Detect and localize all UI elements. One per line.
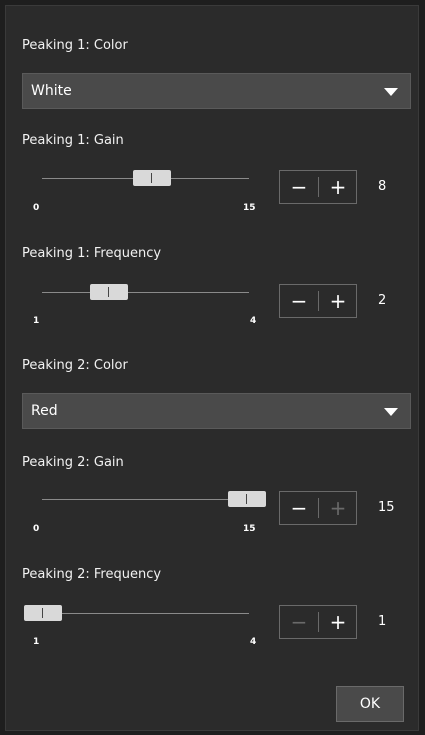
peaking1-gain-increment-button[interactable]: + — [319, 171, 357, 203]
peaking2-frequency-value: 1 — [378, 614, 387, 629]
peaking2-gain-slider-track[interactable] — [42, 499, 249, 500]
peaking1-frequency-slider-track[interactable] — [42, 292, 249, 293]
chevron-down-icon — [384, 408, 398, 416]
peaking2-gain-stepper: − + — [279, 491, 357, 525]
peaking1-gain-value: 8 — [378, 179, 387, 194]
peaking1-color-value: White — [31, 83, 72, 99]
peaking2-gain-value: 15 — [378, 500, 395, 515]
peaking1-gain-stepper: − + — [279, 170, 357, 204]
peaking2-gain-max-label: 15 — [243, 524, 256, 534]
peaking1-frequency-stepper: − + — [279, 284, 357, 318]
peaking1-gain-slider-thumb[interactable] — [133, 170, 171, 186]
peaking1-color-dropdown[interactable]: White — [22, 73, 411, 109]
peaking2-frequency-slider-thumb[interactable] — [24, 605, 62, 621]
peaking2-color-dropdown[interactable]: Red — [22, 393, 411, 429]
peaking2-frequency-decrement-button[interactable]: − — [280, 606, 318, 638]
peaking1-frequency-increment-button[interactable]: + — [319, 285, 357, 317]
peaking1-color-label: Peaking 1: Color — [22, 38, 128, 53]
peaking2-gain-label: Peaking 2: Gain — [22, 455, 124, 470]
peaking1-gain-max-label: 15 — [243, 203, 256, 213]
ok-button[interactable]: OK — [336, 686, 404, 722]
peaking1-frequency-slider-thumb[interactable] — [90, 284, 128, 300]
chevron-down-icon — [384, 88, 398, 96]
peaking2-color-label: Peaking 2: Color — [22, 358, 128, 373]
peaking2-frequency-label: Peaking 2: Frequency — [22, 567, 162, 582]
peaking2-frequency-min-label: 1 — [33, 637, 40, 647]
peaking2-gain-slider-thumb[interactable] — [228, 491, 266, 507]
peaking2-frequency-stepper: − + — [279, 605, 357, 639]
peaking2-gain-min-label: 0 — [33, 524, 40, 534]
peaking-settings-panel: Peaking 1: Color White Peaking 1: Gain 0… — [5, 5, 419, 731]
peaking1-frequency-value: 2 — [378, 293, 387, 308]
peaking1-frequency-label: Peaking 1: Frequency — [22, 246, 162, 261]
peaking1-gain-decrement-button[interactable]: − — [280, 171, 318, 203]
peaking1-frequency-max-label: 4 — [250, 316, 257, 326]
peaking2-frequency-max-label: 4 — [250, 637, 257, 647]
peaking1-frequency-decrement-button[interactable]: − — [280, 285, 318, 317]
peaking2-color-value: Red — [31, 403, 58, 419]
peaking2-frequency-increment-button[interactable]: + — [319, 606, 357, 638]
peaking2-gain-increment-button[interactable]: + — [319, 492, 357, 524]
peaking2-frequency-slider-track[interactable] — [42, 613, 249, 614]
peaking2-gain-decrement-button[interactable]: − — [280, 492, 318, 524]
peaking1-gain-label: Peaking 1: Gain — [22, 133, 124, 148]
peaking1-frequency-min-label: 1 — [33, 316, 40, 326]
peaking1-gain-min-label: 0 — [33, 203, 40, 213]
